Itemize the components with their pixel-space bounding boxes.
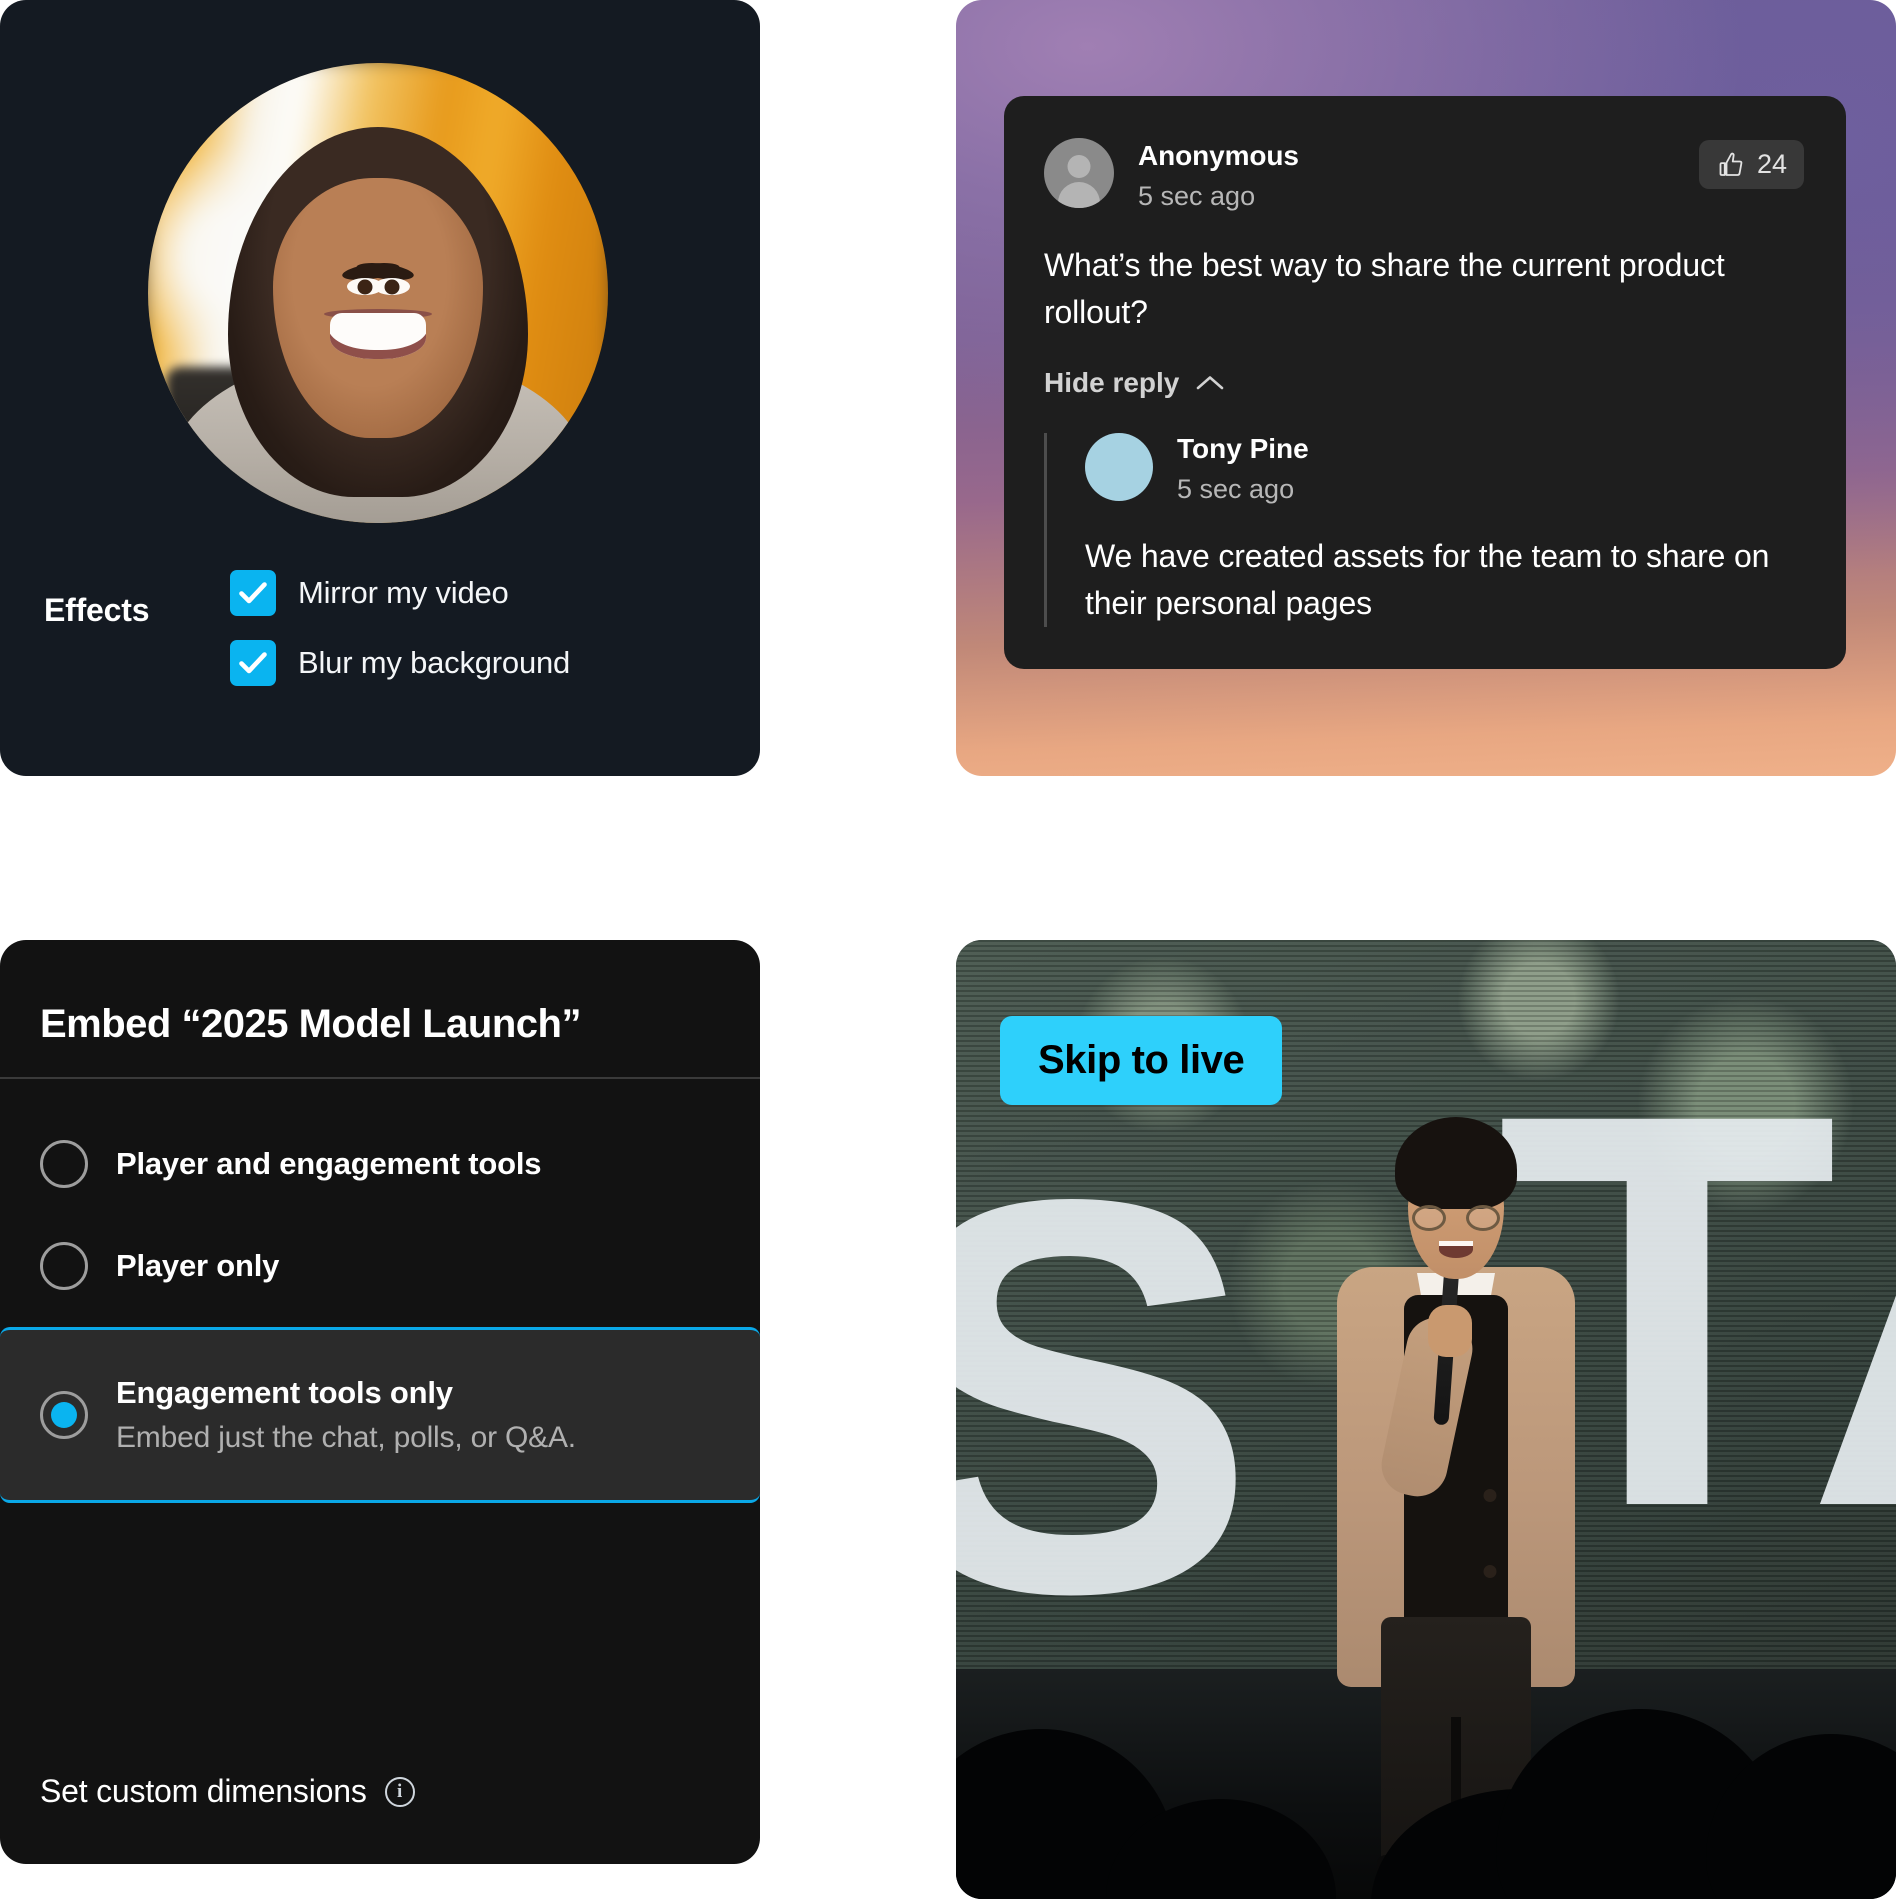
webcam-smile <box>330 313 426 360</box>
info-icon[interactable]: i <box>384 1776 415 1807</box>
comment-timestamp: 5 sec ago <box>1138 181 1256 211</box>
embed-options-panel: Embed “2025 Model Launch” Player and eng… <box>0 940 956 1899</box>
set-custom-dimensions-label: Set custom dimensions <box>40 1773 367 1809</box>
radio-option-player-only[interactable]: Player only <box>0 1215 760 1317</box>
like-button[interactable]: 24 <box>1698 140 1804 189</box>
checkbox-label-blur: Blur my background <box>298 645 571 680</box>
hide-reply-toggle[interactable]: Hide reply <box>1044 367 1225 399</box>
reply-author-meta: Tony Pine 5 sec ago <box>1177 433 1309 505</box>
comment-card: Anonymous 5 sec ago 24 What’s the best w… <box>1004 96 1846 669</box>
speaker-jacket-button <box>1483 1489 1497 1502</box>
embed-title: Embed “2025 Model Launch” <box>40 1002 581 1046</box>
person-avatar-icon <box>1044 138 1114 208</box>
screenshot-grid: Effects Mirror my video Blur my backgrou… <box>0 0 1896 1899</box>
option-label-engagement-tools-only: Engagement tools only <box>116 1375 453 1410</box>
thumbs-up-icon <box>1719 152 1743 176</box>
option-text-block: Engagement tools only Embed just the cha… <box>116 1375 576 1455</box>
check-icon <box>239 652 267 674</box>
reply-author-name: Tony Pine <box>1177 433 1309 465</box>
comment-body-text: What’s the best way to share the current… <box>1044 247 1725 330</box>
reply-header: Tony Pine 5 sec ago <box>1085 433 1804 505</box>
speaker-jacket-button <box>1483 1565 1497 1578</box>
avatar-head <box>1067 155 1091 178</box>
speaker-hair <box>1395 1117 1517 1209</box>
comment-header: Anonymous 5 sec ago 24 <box>1044 138 1804 212</box>
speaker-shoe-right <box>1457 1855 1535 1885</box>
radio-option-player-and-engagement-tools[interactable]: Player and engagement tools <box>0 1113 760 1215</box>
gradient-backdrop: Anonymous 5 sec ago 24 What’s the best w… <box>956 0 1896 776</box>
check-icon <box>239 582 267 604</box>
speaker-glasses <box>1412 1205 1500 1231</box>
speaker-shoe-left <box>1377 1855 1455 1885</box>
stage-video-card: S T A <box>956 940 1896 1899</box>
checkbox-blur-my-background[interactable]: Blur my background <box>230 640 570 686</box>
comment-author-name: Anonymous <box>1138 140 1299 171</box>
webcam-card: Effects Mirror my video Blur my backgrou… <box>0 0 760 776</box>
hide-reply-label: Hide reply <box>1044 367 1180 399</box>
option-label-player-only: Player only <box>116 1248 280 1283</box>
skip-to-live-button[interactable]: Skip to live <box>1000 1016 1283 1105</box>
effects-label: Effects <box>44 592 150 628</box>
radio-option-engagement-tools-only[interactable]: Engagement tools only Embed just the cha… <box>0 1327 760 1503</box>
option-label-player-and-engagement: Player and engagement tools <box>116 1146 542 1181</box>
checkbox-box-mirror[interactable] <box>230 570 276 616</box>
backdrop-letter-s: S <box>956 1083 1258 1709</box>
radio-circle-player-only[interactable] <box>40 1242 88 1290</box>
effects-checkbox-list: Mirror my video Blur my background <box>230 570 570 686</box>
webcam-effects-panel: Effects Mirror my video Blur my backgrou… <box>0 0 956 940</box>
effects-row: Effects Mirror my video Blur my backgrou… <box>0 570 760 686</box>
speaker-pants <box>1377 1617 1535 1885</box>
reply-timestamp: 5 sec ago <box>1177 474 1295 505</box>
option-text-block: Player and engagement tools <box>116 1146 541 1182</box>
radio-circle-engagement-tools-only[interactable] <box>40 1391 88 1439</box>
radio-circle-player-and-engagement[interactable] <box>40 1140 88 1188</box>
backdrop-letter-a: A <box>1806 1030 1896 1590</box>
chevron-up-icon <box>1197 376 1224 390</box>
speaker-mouth <box>1439 1241 1473 1258</box>
speaker-hand <box>1428 1305 1472 1357</box>
reply-block: Tony Pine 5 sec ago We have created asse… <box>1044 433 1804 627</box>
set-custom-dimensions-row[interactable]: Set custom dimensions i <box>0 1773 760 1864</box>
embed-card: Embed “2025 Model Launch” Player and eng… <box>0 940 760 1864</box>
comment-author-meta: Anonymous 5 sec ago <box>1138 138 1675 212</box>
stage-speaker <box>1336 1117 1576 1885</box>
avatar-body <box>1058 182 1100 208</box>
reply-body-text: We have created assets for the team to s… <box>1085 538 1770 622</box>
live-stage-panel: S T A <box>956 940 1896 1899</box>
like-count: 24 <box>1756 149 1787 179</box>
reply-avatar <box>1085 433 1153 502</box>
webcam-eye-right <box>373 278 410 296</box>
checkbox-box-blur[interactable] <box>230 640 276 686</box>
checkbox-mirror-my-video[interactable]: Mirror my video <box>230 570 570 616</box>
radio-dot-selected <box>51 1402 77 1428</box>
embed-radio-group: Player and engagement tools Player only <box>0 1079 760 1773</box>
checkbox-label-mirror: Mirror my video <box>298 575 509 610</box>
comment-thread-panel: Anonymous 5 sec ago 24 What’s the best w… <box>956 0 1896 940</box>
option-description-engagement-tools-only: Embed just the chat, polls, or Q&A. <box>116 1421 576 1454</box>
webcam-video-preview <box>148 63 608 523</box>
option-text-block: Player only <box>116 1248 279 1284</box>
